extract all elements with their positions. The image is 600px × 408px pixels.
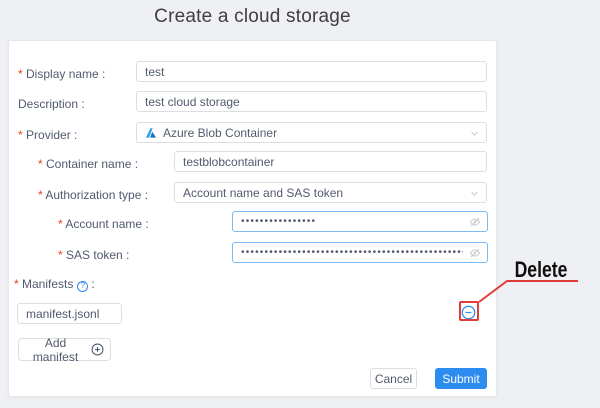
add-manifest-button[interactable]: Add manifest [18, 338, 111, 361]
eye-invisible-icon[interactable] [469, 216, 481, 228]
provider-select-value: Azure Blob Container [163, 126, 277, 140]
minus-circle-icon [461, 305, 477, 320]
authorization-type-select-value: Account name and SAS token [183, 186, 343, 200]
provider-label: Provider : [18, 128, 77, 142]
display-name-label: Display name : [18, 67, 105, 81]
plus-circle-icon [91, 343, 104, 356]
account-name-label: Account name : [58, 217, 149, 231]
azure-icon [145, 127, 157, 139]
cancel-button[interactable]: Cancel [370, 368, 417, 389]
container-name-label: Container name : [38, 157, 138, 171]
remove-manifest-button[interactable] [461, 304, 477, 320]
sas-token-label: SAS token : [58, 248, 129, 262]
manifests-label: Manifests?: [14, 277, 95, 291]
submit-button[interactable]: Submit [435, 368, 487, 389]
add-manifest-label: Add manifest [25, 336, 86, 364]
eye-invisible-icon[interactable] [469, 247, 481, 259]
chevron-down-icon [470, 189, 479, 198]
page-title: Create a cloud storage [8, 6, 497, 28]
account-name-input[interactable] [232, 211, 488, 232]
description-input[interactable] [136, 91, 487, 112]
help-icon[interactable]: ? [77, 281, 88, 292]
sas-token-input[interactable] [232, 242, 488, 263]
chevron-down-icon [470, 129, 479, 138]
display-name-input[interactable] [136, 61, 487, 82]
manifest-filename-input[interactable] [17, 303, 122, 324]
authorization-type-label: Authorization type : [38, 188, 148, 202]
container-name-input[interactable] [174, 151, 487, 172]
annotation-delete-text: Delete [508, 257, 574, 283]
authorization-type-select[interactable]: Account name and SAS token [174, 182, 487, 203]
description-label: Description : [18, 97, 85, 111]
provider-select[interactable]: Azure Blob Container [136, 122, 487, 143]
